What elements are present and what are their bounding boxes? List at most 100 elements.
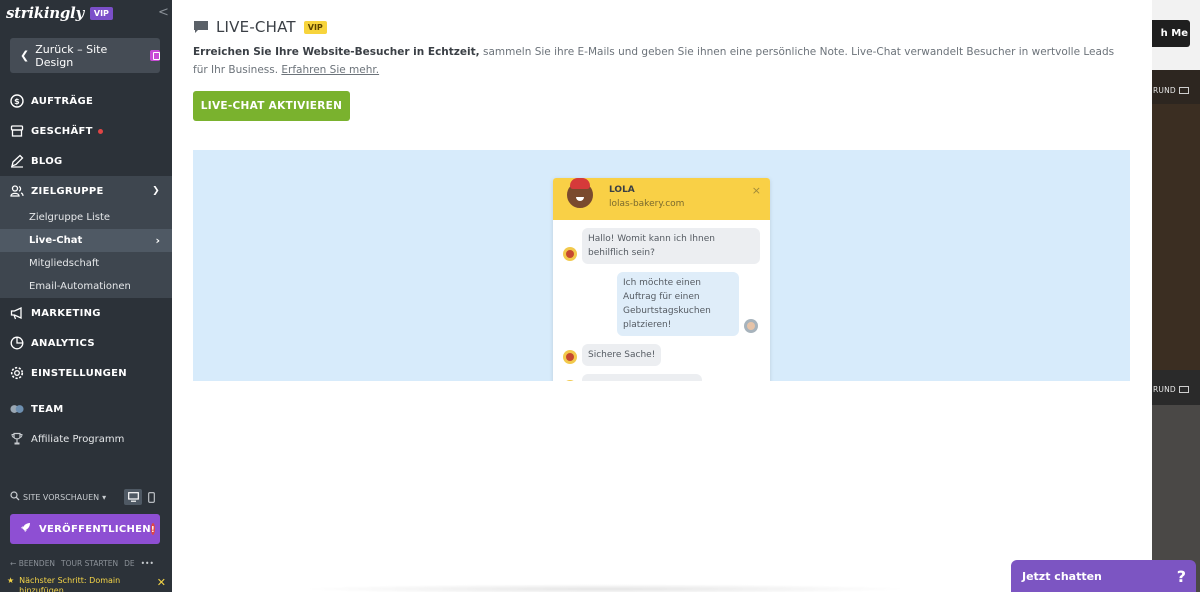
sidebar-nav: $ AUFTRÄGE GESCHÄFT BLOG ZIELGRUPPE ❯ Zi… [0,86,172,454]
strikingly-logo[interactable]: strikingly [6,4,84,22]
users-icon [10,184,24,198]
panel-shadow [300,584,910,592]
submenu-item-mitgliedschaft[interactable]: Mitgliedschaft [0,252,172,275]
description-bold: Erreichen Sie Ihre Website-Besucher in E… [193,46,480,58]
submenu-item-label: Zielgruppe Liste [29,212,111,223]
description: Erreichen Sie Ihre Website-Besucher in E… [193,43,1123,79]
submenu-item-zielgruppe-liste[interactable]: Zielgruppe Liste [0,206,172,229]
chat-message-typing [582,374,702,381]
sidebar-item-auftraege[interactable]: $ AUFTRÄGE [0,86,172,116]
sidebar-item-geschaeft[interactable]: GESCHÄFT [0,116,172,146]
publish-button[interactable]: VERÖFFENTLICHEN ! [10,514,160,544]
beenden-link[interactable]: ← BEENDEN [10,559,55,568]
sidebar-item-einstellungen[interactable]: EINSTELLUNGEN [0,358,172,388]
beenden-label: BEENDEN [18,559,56,568]
sidebar-item-label: MARKETING [31,307,101,319]
submenu-item-live-chat[interactable]: Live-Chat › [0,229,172,252]
agent-mini-avatar [563,247,577,261]
sidebar-item-affiliate[interactable]: Affiliate Programm [0,424,172,454]
sidebar-item-analytics[interactable]: ANALYTICS [0,328,172,358]
agent-name: LOLA [609,185,635,195]
chat-bubble-icon [194,21,208,33]
site-preview-dropdown[interactable]: SITE VORSCHAUEN [23,493,99,502]
star-icon: ★ [7,576,15,585]
sidebar-item-label: ANALYTICS [31,337,95,349]
submenu-item-label: Mitgliedschaft [29,258,100,269]
collapse-sidebar-button[interactable]: < [158,5,169,20]
mobile-icon [147,491,155,503]
chat-widget-header: LOLA lolas-bakery.com × [553,178,770,220]
agent-avatar [565,178,595,210]
chevron-left-icon: ❮ [20,49,30,62]
background-label[interactable]: RUND [1153,385,1189,394]
background-label[interactable]: RUND [1153,86,1189,95]
submenu-item-label: Live-Chat [29,235,83,246]
submenu-item-label: Email-Automationen [29,281,131,292]
mobile-view-button[interactable] [142,489,160,505]
svg-text:$: $ [14,97,20,106]
background-image-section [1152,70,1200,370]
chevron-right-icon: › [155,234,160,247]
search-icon [10,491,20,503]
chat-message-user: Ich möchte einen Auftrag für einen Gebur… [617,272,739,336]
gear-icon [10,366,24,380]
sidebar-item-label: AUFTRÄGE [31,95,94,107]
zielgruppe-submenu: Zielgruppe Liste Live-Chat › Mitgliedsch… [0,206,172,298]
more-icon[interactable]: ••• [141,559,154,568]
submenu-item-email-automationen[interactable]: Email-Automationen [0,275,172,298]
team-icon [10,402,24,416]
agent-mini-avatar [563,350,577,364]
sidebar-footer: ← BEENDEN TOUR STARTEN DE ••• [10,559,154,568]
image-icon [1178,386,1189,393]
sidebar-item-label: BLOG [31,155,63,167]
sidebar-item-label: ZIELGRUPPE [31,185,104,197]
sidebar-item-blog[interactable]: BLOG [0,146,172,176]
live-chat-launcher[interactable]: Jetzt chatten ? [1011,560,1196,592]
rocket-icon [20,522,31,536]
back-button-label: Zurück – Site Design [35,42,108,69]
desktop-icon [127,492,139,502]
dollar-circle-icon: $ [10,94,24,108]
get-in-touch-button[interactable]: h Me [1152,20,1190,47]
sidebar-item-label: GESCHÄFT [31,125,93,137]
sidebar: strikingly VIP < ❮ Zurück – Site Design … [0,0,172,592]
sidebar-item-zielgruppe[interactable]: ZIELGRUPPE ❯ [0,176,172,206]
site-preview-row: SITE VORSCHAUEN ▾ [10,488,160,506]
live-chat-panel: LIVE-CHAT VIP Erreichen Sie Ihre Website… [172,0,1152,592]
agent-site: lolas-bakery.com [609,199,685,209]
close-icon: × [751,184,761,197]
sidebar-item-label: TEAM [31,403,64,415]
pen-icon [10,154,24,168]
site-design-icon [149,50,160,61]
desktop-view-button[interactable] [124,489,142,505]
chat-launcher-label: Jetzt chatten [1022,569,1102,583]
sidebar-item-team[interactable]: TEAM [0,394,172,424]
agent-mini-avatar [563,380,577,381]
chat-message-agent: Sichere Sache! [582,344,662,366]
image-icon [1178,87,1189,94]
sidebar-item-label: EINSTELLUNGEN [31,367,127,379]
learn-more-link[interactable]: Erfahren Sie mehr. [281,64,379,76]
next-step-banner[interactable]: ★ Nächster Schritt: Domain hinzufügen ✕ [0,574,172,592]
notification-dot [97,128,103,134]
activate-live-chat-button[interactable]: LIVE-CHAT AKTIVIEREN [193,91,350,121]
help-icon[interactable]: ? [1177,567,1186,586]
chat-preview-area: LOLA lolas-bakery.com × Hallo! Womit kan… [193,150,1130,381]
tour-starten-link[interactable]: TOUR STARTEN [61,559,118,568]
chat-message-agent: Hallo! Womit kann ich Ihnen behilflich s… [582,228,760,264]
user-mini-avatar [744,319,758,333]
back-to-site-design-button[interactable]: ❮ Zurück – Site Design [10,38,160,73]
background-label-text: RUND [1153,385,1176,394]
pie-chart-icon [10,336,24,350]
language-switcher[interactable]: DE [124,559,135,568]
warning-icon: ! [150,523,155,535]
chevron-down-icon: ❯ [152,186,160,196]
sidebar-item-marketing[interactable]: MARKETING [0,298,172,328]
logo-row: strikingly VIP [6,3,113,23]
background-label-text: RUND [1153,86,1176,95]
caret-down-icon: ▾ [102,492,107,502]
close-icon[interactable]: ✕ [157,576,166,589]
next-step-text: Nächster Schritt: Domain hinzufügen [19,576,121,592]
chat-widget-preview: LOLA lolas-bakery.com × Hallo! Womit kan… [553,178,770,381]
sidebar-item-label: Affiliate Programm [31,433,125,445]
